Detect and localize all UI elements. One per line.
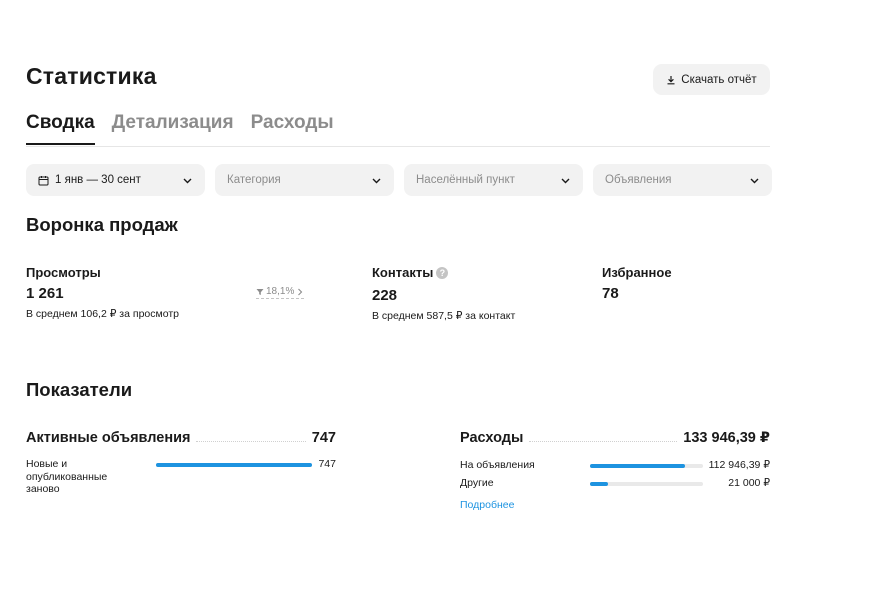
expenses-row-ads: На объявления bbox=[460, 459, 535, 472]
category-select[interactable]: Категория bbox=[215, 164, 394, 196]
active-ads-total: 747 bbox=[311, 430, 336, 446]
chevron-down-icon bbox=[183, 178, 192, 184]
download-icon bbox=[667, 75, 675, 84]
active-ads-row-value: 747 bbox=[318, 458, 336, 470]
category-placeholder: Категория bbox=[227, 174, 281, 186]
funnel-icon bbox=[256, 288, 264, 295]
page-title: Статистика bbox=[26, 63, 157, 89]
favorites-value: 78 bbox=[602, 285, 619, 302]
chevron-down-icon bbox=[750, 178, 759, 184]
views-metric: Просмотры 1 261 В среднем 106,2 ₽ за про… bbox=[26, 265, 179, 320]
tab-summary[interactable]: Сводка bbox=[26, 112, 95, 145]
expenses-card: Расходы 133 946,39 ₽ bbox=[460, 430, 770, 446]
expenses-ads-value: 112 946,39 ₽ bbox=[708, 459, 770, 471]
date-range-value: 1 янв — 30 сент bbox=[55, 174, 141, 186]
location-placeholder: Населённый пункт bbox=[416, 174, 515, 186]
expenses-total: 133 946,39 ₽ bbox=[683, 430, 770, 446]
expenses-ads-bar-fill bbox=[590, 464, 686, 468]
active-ads-bar-fill bbox=[156, 463, 312, 467]
expenses-row-other: Другие bbox=[460, 477, 494, 490]
more-details-link[interactable]: Подробнее bbox=[460, 499, 514, 511]
dotted-leader bbox=[529, 441, 678, 442]
views-average: В среднем 106,2 ₽ за просмотр bbox=[26, 308, 179, 320]
active-ads-title: Активные объявления bbox=[26, 430, 191, 446]
favorites-metric: Избранное 78 bbox=[602, 265, 672, 302]
tab-expenses[interactable]: Расходы bbox=[251, 112, 334, 145]
contacts-value: 228 bbox=[372, 287, 398, 304]
chevron-right-icon bbox=[298, 288, 303, 295]
views-label: Просмотры bbox=[26, 265, 101, 280]
active-ads-row: Новые и опубликованные заново bbox=[26, 458, 126, 496]
tabs-divider bbox=[26, 146, 770, 147]
expenses-title: Расходы bbox=[460, 430, 524, 446]
chevron-down-icon bbox=[561, 178, 570, 184]
ads-select[interactable]: Объявления bbox=[593, 164, 772, 196]
download-report-label: Скачать отчёт bbox=[681, 73, 757, 86]
conversion-rate[interactable]: 18,1% bbox=[256, 286, 305, 299]
conversion-value: 18,1% bbox=[266, 286, 295, 297]
dotted-leader bbox=[196, 441, 306, 442]
favorites-label: Избранное bbox=[602, 265, 672, 280]
chevron-down-icon bbox=[372, 178, 381, 184]
active-ads-card: Активные объявления 747 bbox=[26, 430, 336, 446]
expenses-other-bar-fill bbox=[590, 482, 608, 486]
expenses-ads-label: На объявления bbox=[460, 459, 535, 471]
expenses-other-label: Другие bbox=[460, 477, 494, 489]
calendar-icon bbox=[38, 175, 49, 185]
active-ads-bar bbox=[156, 463, 312, 467]
date-range-select[interactable]: 1 янв — 30 сент bbox=[26, 164, 205, 196]
contacts-average: В среднем 587,5 ₽ за контакт bbox=[372, 310, 516, 322]
contacts-metric: Контакты? 228 В среднем 587,5 ₽ за конта… bbox=[372, 265, 515, 322]
active-ads-row-label: Новые и опубликованные заново bbox=[26, 458, 108, 495]
location-select[interactable]: Населённый пункт bbox=[404, 164, 583, 196]
sales-funnel-title: Воронка продаж bbox=[26, 214, 178, 235]
download-report-button[interactable]: Скачать отчёт bbox=[653, 64, 770, 95]
contacts-label: Контакты bbox=[372, 265, 434, 280]
filter-bar: 1 янв — 30 сент Категория Населённый пун… bbox=[26, 164, 772, 196]
expenses-ads-bar bbox=[590, 464, 703, 468]
views-value: 1 261 bbox=[26, 285, 64, 302]
help-icon[interactable]: ? bbox=[436, 267, 449, 279]
expenses-other-value: 21 000 ₽ bbox=[728, 477, 770, 489]
tab-details[interactable]: Детализация bbox=[112, 112, 234, 145]
ads-placeholder: Объявления bbox=[605, 174, 672, 186]
indicators-title: Показатели bbox=[26, 379, 133, 400]
expenses-other-bar bbox=[590, 482, 703, 486]
tab-bar: Сводка Детализация Расходы bbox=[26, 112, 334, 145]
statistics-page: Статистика Скачать отчёт Сводка Детализа… bbox=[26, 0, 772, 602]
